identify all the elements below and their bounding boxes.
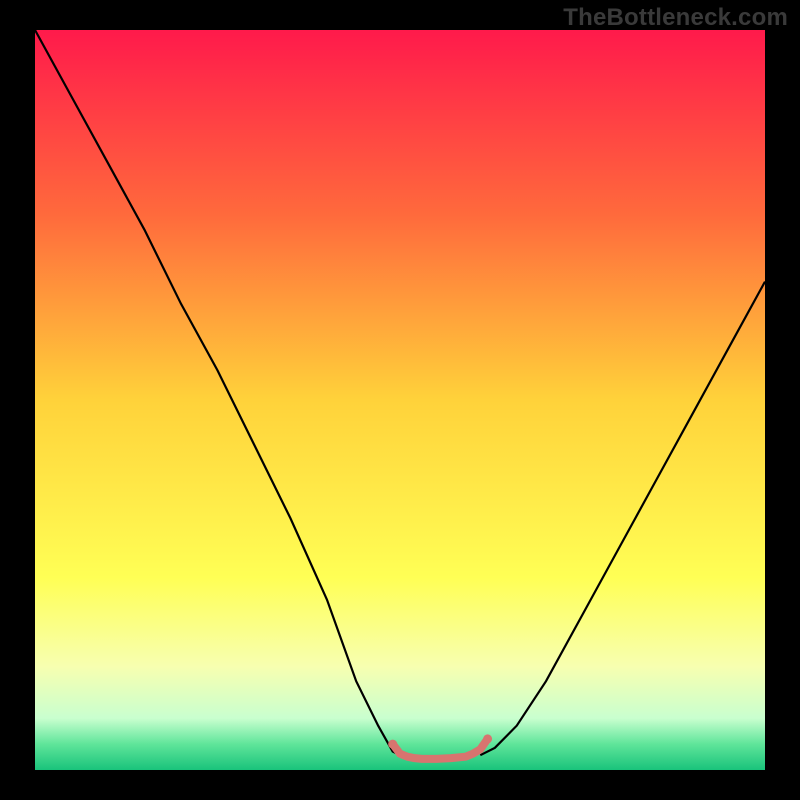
chart-plot <box>35 30 765 770</box>
right-end-dot <box>483 734 492 743</box>
left-end-dot <box>388 740 397 749</box>
chart-svg <box>35 30 765 770</box>
chart-background <box>35 30 765 770</box>
chart-frame: TheBottleneck.com <box>0 0 800 800</box>
watermark-label: TheBottleneck.com <box>563 4 788 32</box>
